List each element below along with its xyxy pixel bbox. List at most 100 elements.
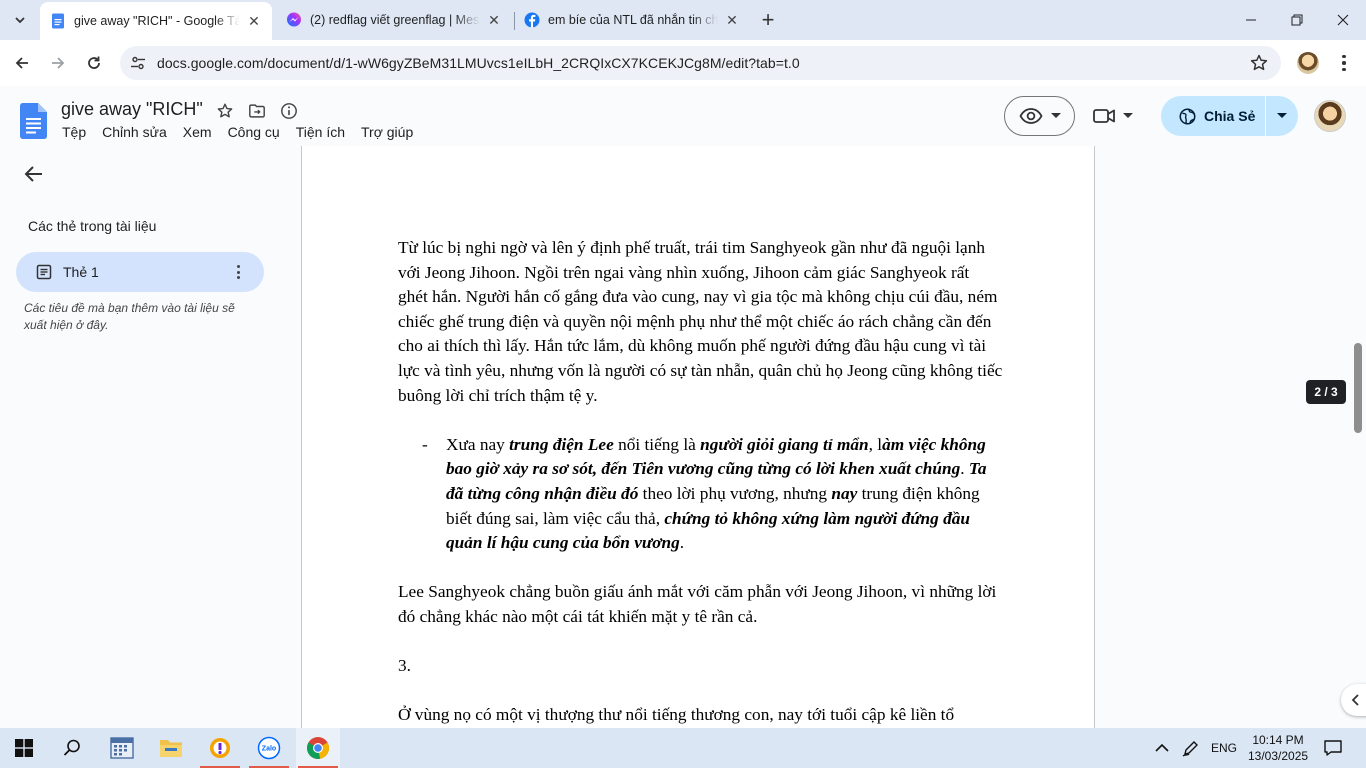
meet-button[interactable] [1093,102,1143,130]
share-options-button[interactable] [1266,96,1298,136]
search-button[interactable] [50,728,94,768]
tab-title: give away "RICH" - Google Tài liệu [74,14,240,28]
text-run-bold-italic: trung điện Lee [509,434,614,454]
taskbar-calendar-app[interactable] [100,728,144,768]
text-run-bold-italic: người giỏi giang tỉ mẩn [700,434,869,454]
pen-menu-button[interactable] [1178,728,1204,768]
document-body[interactable]: Từ lúc bị nghi ngờ và lên ý định phế tru… [398,236,1003,728]
tabs-heading: Các thẻ trong tài liệu [28,218,157,234]
arrow-left-icon[interactable] [22,162,46,186]
paragraph: Ở vùng nọ có một vị thượng thư nổi tiếng… [398,705,955,725]
eye-icon [1018,108,1043,124]
folder-move-icon [249,104,265,118]
close-icon[interactable]: ✕ [724,12,740,28]
viewing-mode-button[interactable] [1004,96,1075,136]
search-icon [63,739,80,756]
restore-button[interactable] [1274,0,1320,40]
chrome-menu-button[interactable] [1334,50,1354,76]
close-icon[interactable]: ✕ [246,13,262,29]
document-page[interactable]: Từ lúc bị nghi ngờ và lên ý định phế tru… [301,146,1095,728]
globe-icon [1179,108,1196,124]
taskbar-file-explorer[interactable] [149,728,193,768]
docs-header: give away "RICH" Tệp Chỉnh sửa Xem Công … [0,86,1366,146]
clock-date: 13/03/2025 [1248,749,1309,763]
bullet-dash: - [422,434,428,454]
menu-edit[interactable]: Chỉnh sửa [96,124,173,140]
browser-tab-facebook[interactable]: em bíe của NTL đã nhắn tin cho bạn ✕ [514,4,750,36]
tune-icon [131,56,145,70]
windows-logo-icon [15,739,33,757]
page-indicator: 2 / 3 [1306,380,1346,404]
restore-icon [1291,14,1303,26]
folder-icon [160,740,182,757]
minimize-icon [1246,19,1256,21]
address-bar[interactable]: docs.google.com/document/d/1-wW6gyZBeM31… [120,46,1281,80]
menu-help[interactable]: Trợ giúp [355,124,419,140]
bookmark-button[interactable] [1249,53,1269,73]
menu-tools[interactable]: Công cụ [222,124,286,140]
star-button[interactable] [214,100,236,122]
account-avatar[interactable] [1314,100,1346,132]
reload-icon [88,56,100,69]
paragraph: Từ lúc bị nghi ngờ và lên ý định phế tru… [398,238,1003,405]
taskbar-chrome[interactable] [296,728,340,768]
document-tab-item[interactable]: Thẻ 1 [16,252,264,292]
chevron-up-icon [1155,743,1169,752]
document-title[interactable]: give away "RICH" [61,99,203,120]
svg-text:Zalo: Zalo [262,746,276,753]
google-docs-logo-icon[interactable] [20,103,47,139]
text-run: . [679,533,685,553]
document-status-button[interactable] [278,100,300,122]
back-button[interactable] [8,49,36,77]
app-ring-icon [210,738,230,758]
calendar-app-icon [110,737,134,759]
input-language[interactable]: ENG [1206,728,1242,768]
document-tab-icon [36,264,52,280]
taskbar-zalo[interactable]: Zalo [247,728,291,768]
show-hidden-icons-button[interactable] [1150,728,1174,768]
document-tab-label: Thẻ 1 [63,264,99,280]
chevron-left-icon [1351,694,1359,706]
tab-search-button[interactable] [8,8,32,32]
move-button[interactable] [246,100,268,122]
facebook-icon [524,12,540,28]
caret-down-icon [1123,113,1133,118]
share-button-group: Chia Sẻ [1161,96,1298,136]
minimize-button[interactable] [1228,0,1274,40]
notifications-button[interactable] [1318,728,1348,768]
plus-icon: + [761,7,775,32]
windows-taskbar: Zalo ENG 10:14 PM 13/03/2025 [0,728,1366,768]
close-window-button[interactable] [1320,0,1366,40]
share-label: Chia Sẻ [1204,108,1256,124]
browser-tab-strip: give away "RICH" - Google Tài liệu ✕ (2)… [0,0,1366,40]
menu-view[interactable]: Xem [177,124,218,140]
taskbar-clock[interactable]: 10:14 PM 13/03/2025 [1248,732,1308,764]
reload-button[interactable] [80,49,108,77]
side-panel-toggle[interactable] [1341,684,1366,716]
taskbar-app-1[interactable] [198,728,242,768]
tab-title: em bíe của NTL đã nhắn tin cho bạn [548,13,718,27]
menu-extensions[interactable]: Tiện ích [290,124,351,140]
forward-button[interactable] [44,49,72,77]
start-button[interactable] [2,728,46,768]
caret-down-icon [1277,113,1287,118]
chrome-profile-avatar[interactable] [1297,52,1319,74]
site-info-button[interactable] [128,53,148,73]
scrollbar-thumb[interactable] [1354,343,1362,433]
close-icon [1337,14,1349,26]
browser-tab-messenger[interactable]: (2) redflag viết greenflag | Messenger ✕ [276,4,512,36]
bullet-item: - Xưa nay trung điện Lee nổi tiếng là ng… [398,433,1003,556]
messenger-icon [287,12,301,27]
star-icon [1250,54,1268,71]
close-icon[interactable]: ✕ [486,12,502,28]
pen-icon [1182,741,1198,757]
menu-file[interactable]: Tệp [56,124,92,140]
section-number: 3. [398,656,411,676]
more-options-icon[interactable] [230,263,246,281]
new-tab-button[interactable]: + [756,7,780,32]
share-button[interactable]: Chia Sẻ [1161,96,1265,136]
document-tabs-panel: Các thẻ trong tài liệu Thẻ 1 Các tiêu đề… [0,146,300,728]
url-text: docs.google.com/document/d/1-wW6gyZBeM31… [157,55,800,71]
browser-tab-docs[interactable]: give away "RICH" - Google Tài liệu ✕ [40,2,272,40]
caret-down-icon [1050,113,1061,118]
